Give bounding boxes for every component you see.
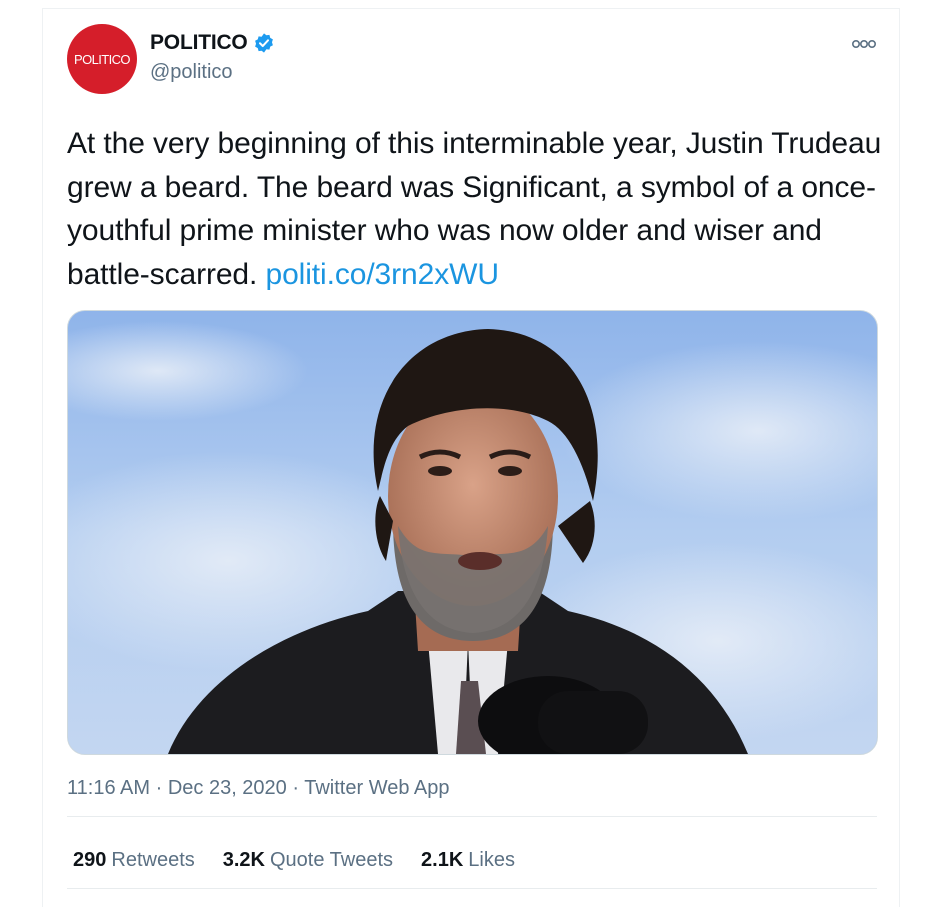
avatar[interactable]: POLITICO — [67, 24, 137, 94]
tweet-time[interactable]: 11:16 AM — [67, 777, 150, 799]
tweet-date[interactable]: Dec 23, 2020 — [168, 777, 287, 799]
divider — [67, 888, 877, 889]
tweet-link[interactable]: politi.co/3rn2xWU — [266, 258, 499, 291]
photo-of-man-speaking-at-microphone-icon — [68, 311, 877, 754]
tweet-card: POLITICO POLITICO @politico At the very … — [42, 8, 900, 907]
engagement-stats: 290 Retweets 3.2K Quote Tweets 2.1K Likes — [73, 849, 515, 872]
meta-separator: · — [292, 777, 300, 799]
author-name-row: POLITICO — [150, 31, 275, 55]
likes-stat[interactable]: 2.1K Likes — [421, 849, 515, 872]
retweets-label: Retweets — [111, 849, 195, 871]
verified-badge-icon — [253, 32, 275, 54]
handle[interactable]: @politico — [150, 61, 233, 84]
display-name[interactable]: POLITICO — [150, 31, 248, 55]
divider — [67, 816, 877, 817]
retweets-count: 290 — [73, 849, 107, 871]
page: POLITICO POLITICO @politico At the very … — [0, 0, 930, 907]
avatar-logo-text: POLITICO — [74, 51, 130, 67]
tweet-source[interactable]: Twitter Web App — [304, 777, 449, 799]
quote-tweets-label: Quote Tweets — [270, 849, 394, 871]
tweet-meta: 11:16 AM · Dec 23, 2020 · Twitter Web Ap… — [67, 777, 450, 800]
quote-tweets-stat[interactable]: 3.2K Quote Tweets — [223, 849, 393, 872]
tweet-text: At the very beginning of this interminab… — [67, 122, 887, 296]
tweet-image[interactable] — [67, 310, 878, 755]
likes-label: Likes — [468, 849, 515, 871]
likes-count: 2.1K — [421, 849, 464, 871]
more-options-icon[interactable] — [851, 37, 877, 51]
quote-tweets-count: 3.2K — [222, 849, 265, 871]
meta-separator: · — [155, 777, 163, 799]
retweets-stat[interactable]: 290 Retweets — [73, 849, 195, 872]
